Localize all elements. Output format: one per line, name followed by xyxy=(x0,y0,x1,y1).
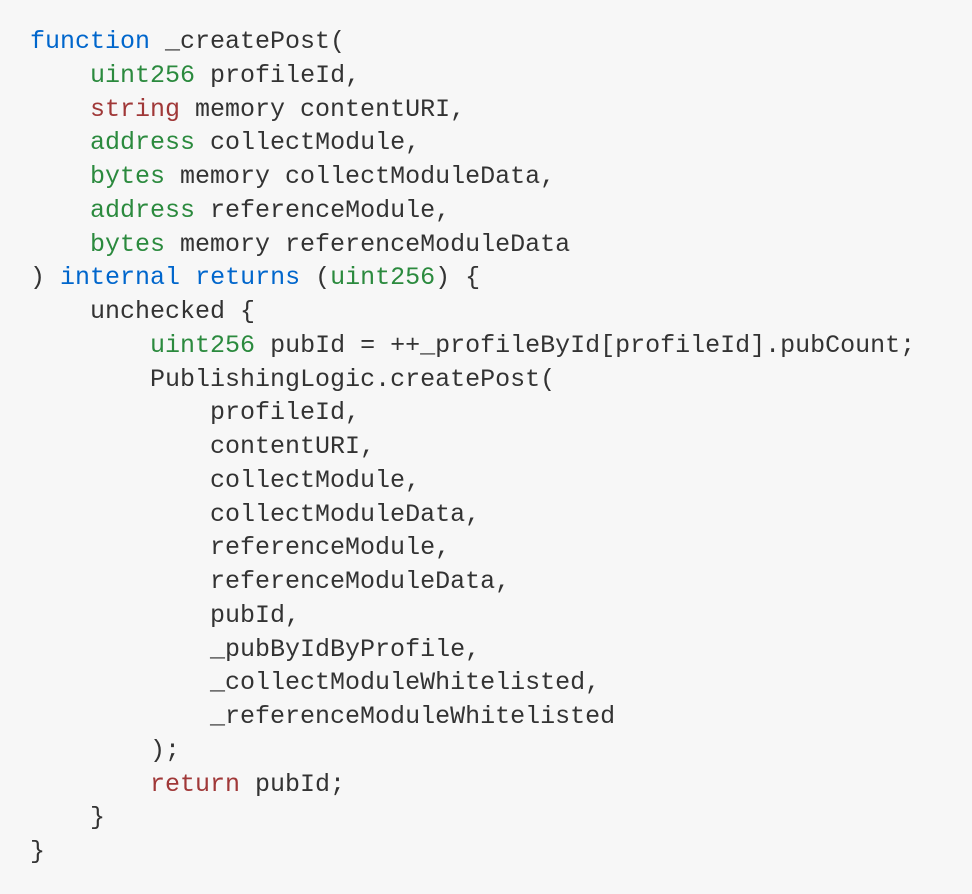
code-token: returns xyxy=(195,263,300,292)
code-token: uint256 xyxy=(330,263,435,292)
code-token: string xyxy=(90,95,180,124)
code-token: profileId, xyxy=(210,398,360,427)
code-token: function xyxy=(30,27,150,56)
code-token: { xyxy=(225,297,255,326)
code-token: uint256 xyxy=(90,61,195,90)
code-token: return xyxy=(150,770,240,799)
code-line: referenceModuleData, xyxy=(30,565,942,599)
code-block: function _createPost( uint256 profileId,… xyxy=(30,25,942,869)
code-token: profileId, xyxy=(195,61,360,90)
code-token: memory referenceModuleData xyxy=(165,230,570,259)
code-token: memory contentURI, xyxy=(180,95,465,124)
code-token: _pubByIdByProfile, xyxy=(210,635,480,664)
code-line: PublishingLogic.createPost( xyxy=(30,363,942,397)
code-line: collectModule, xyxy=(30,464,942,498)
code-token: pubId; xyxy=(240,770,345,799)
code-line: ); xyxy=(30,734,942,768)
code-token: address xyxy=(90,128,195,157)
code-token: ) xyxy=(30,263,60,292)
code-token: ); xyxy=(150,736,180,765)
code-token: referenceModule, xyxy=(195,196,450,225)
code-line: ) internal returns (uint256) { xyxy=(30,261,942,295)
code-line: _referenceModuleWhitelisted xyxy=(30,700,942,734)
code-line: uint256 pubId = ++_profileById[profileId… xyxy=(30,329,942,363)
code-line: } xyxy=(30,801,942,835)
code-token: referenceModule, xyxy=(210,533,450,562)
code-token: PublishingLogic.createPost( xyxy=(150,365,555,394)
code-token: } xyxy=(30,837,45,866)
code-token: collectModule, xyxy=(210,466,420,495)
code-token: contentURI, xyxy=(210,432,375,461)
code-line: function _createPost( xyxy=(30,25,942,59)
code-token: pubId, xyxy=(210,601,300,630)
code-line: bytes memory referenceModuleData xyxy=(30,228,942,262)
code-token: } xyxy=(90,803,105,832)
code-token: bytes xyxy=(90,162,165,191)
code-token: collectModule, xyxy=(195,128,420,157)
code-token: internal xyxy=(60,263,180,292)
code-token: bytes xyxy=(90,230,165,259)
code-line: profileId, xyxy=(30,396,942,430)
code-token: referenceModuleData, xyxy=(210,567,510,596)
code-line: bytes memory collectModuleData, xyxy=(30,160,942,194)
code-line: pubId, xyxy=(30,599,942,633)
code-line: address referenceModule, xyxy=(30,194,942,228)
code-line: referenceModule, xyxy=(30,531,942,565)
code-token: ) { xyxy=(435,263,480,292)
code-token: ( xyxy=(300,263,330,292)
code-line: uint256 profileId, xyxy=(30,59,942,93)
code-token: uint256 xyxy=(150,331,255,360)
code-token: pubId = ++_profileById[profileId].pubCou… xyxy=(255,331,915,360)
code-line: string memory contentURI, xyxy=(30,93,942,127)
code-line: } xyxy=(30,835,942,869)
code-line: return pubId; xyxy=(30,768,942,802)
code-line: _pubByIdByProfile, xyxy=(30,633,942,667)
code-token: memory collectModuleData, xyxy=(165,162,555,191)
code-line: collectModuleData, xyxy=(30,498,942,532)
code-line: unchecked { xyxy=(30,295,942,329)
code-token: _referenceModuleWhitelisted xyxy=(210,702,615,731)
code-token: _collectModuleWhitelisted, xyxy=(210,668,600,697)
code-token: address xyxy=(90,196,195,225)
code-token: _createPost( xyxy=(150,27,345,56)
code-line: contentURI, xyxy=(30,430,942,464)
code-line: _collectModuleWhitelisted, xyxy=(30,666,942,700)
code-token: collectModuleData, xyxy=(210,500,480,529)
code-token xyxy=(180,263,195,292)
code-line: address collectModule, xyxy=(30,126,942,160)
code-token: unchecked xyxy=(90,297,225,326)
